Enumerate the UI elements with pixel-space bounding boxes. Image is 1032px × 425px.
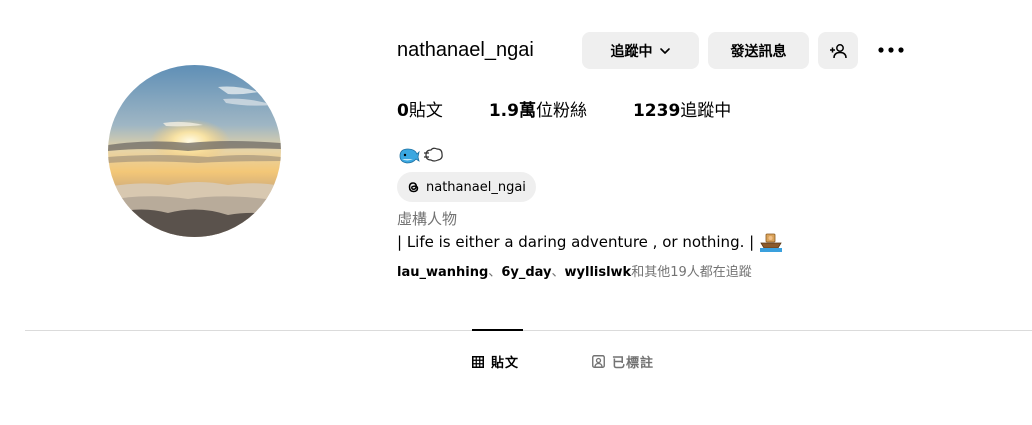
tab-posts-label: 貼文 bbox=[491, 356, 520, 371]
followed-by-suffix: 和其他19人都在追蹤 bbox=[631, 265, 752, 280]
followed-by-separator-2: 、 bbox=[551, 265, 565, 280]
posts-count: 0 bbox=[397, 101, 409, 121]
following-count: 1239 bbox=[632, 101, 681, 121]
followers-count: 1.9萬 bbox=[488, 101, 536, 121]
profile-bio: | Life is either a daring adventure , or… bbox=[397, 231, 783, 253]
profile-stats: 0貼文 1.9萬位粉絲 1239追蹤中 bbox=[397, 98, 777, 124]
followed-by-line[interactable]: lau_wanhing、6y_day、wyllislwk和其他19人都在追蹤 bbox=[397, 263, 752, 283]
threads-handle: nathanael_ngai bbox=[426, 179, 526, 195]
profile-avatar[interactable] bbox=[108, 65, 281, 237]
followed-by-user-3[interactable]: wyllislwk bbox=[565, 265, 632, 280]
followers-stat[interactable]: 1.9萬位粉絲 bbox=[489, 98, 587, 124]
avatar-sunset-image bbox=[108, 65, 281, 237]
tab-posts[interactable]: 貼文 bbox=[472, 352, 519, 371]
followed-by-separator-1: 、 bbox=[488, 265, 502, 280]
add-user-icon bbox=[830, 43, 847, 58]
bio-text: | Life is either a daring adventure , or… bbox=[397, 233, 755, 251]
message-button[interactable]: 發送訊息 bbox=[708, 32, 809, 69]
chevron-down-icon bbox=[659, 47, 670, 54]
posts-stat: 0貼文 bbox=[397, 98, 443, 124]
following-stat-label: 追蹤中 bbox=[680, 101, 732, 121]
tab-tagged-label: 已標註 bbox=[612, 356, 655, 371]
threads-link-chip[interactable]: nathanael_ngai bbox=[397, 172, 536, 202]
followers-label: 位粉絲 bbox=[535, 101, 587, 121]
active-tab-indicator bbox=[472, 329, 523, 331]
tab-tagged[interactable]: 已標註 bbox=[592, 352, 654, 371]
posts-label: 貼文 bbox=[408, 101, 443, 121]
tagged-icon bbox=[592, 355, 605, 368]
followed-by-user-2[interactable]: 6y_day bbox=[501, 265, 551, 280]
add-user-button[interactable] bbox=[818, 32, 858, 69]
more-options-icon bbox=[878, 47, 904, 53]
threads-icon bbox=[408, 182, 419, 193]
more-options-button[interactable] bbox=[876, 40, 906, 60]
profile-category: 虛構人物 bbox=[397, 210, 458, 228]
message-button-label: 發送訊息 bbox=[730, 43, 787, 60]
grid-icon bbox=[472, 355, 484, 368]
tabs-divider bbox=[25, 330, 1032, 331]
whale-emoji bbox=[399, 148, 420, 164]
dash-emoji bbox=[424, 147, 443, 162]
profile-username: nathanael_ngai bbox=[397, 39, 534, 61]
boat-emoji bbox=[760, 233, 783, 252]
emoji-row bbox=[398, 145, 444, 165]
following-button-label: 追蹤中 bbox=[610, 43, 653, 60]
followed-by-user-1[interactable]: lau_wanhing bbox=[397, 265, 488, 280]
following-button[interactable]: 追蹤中 bbox=[582, 32, 699, 69]
following-stat[interactable]: 1239追蹤中 bbox=[633, 98, 731, 124]
